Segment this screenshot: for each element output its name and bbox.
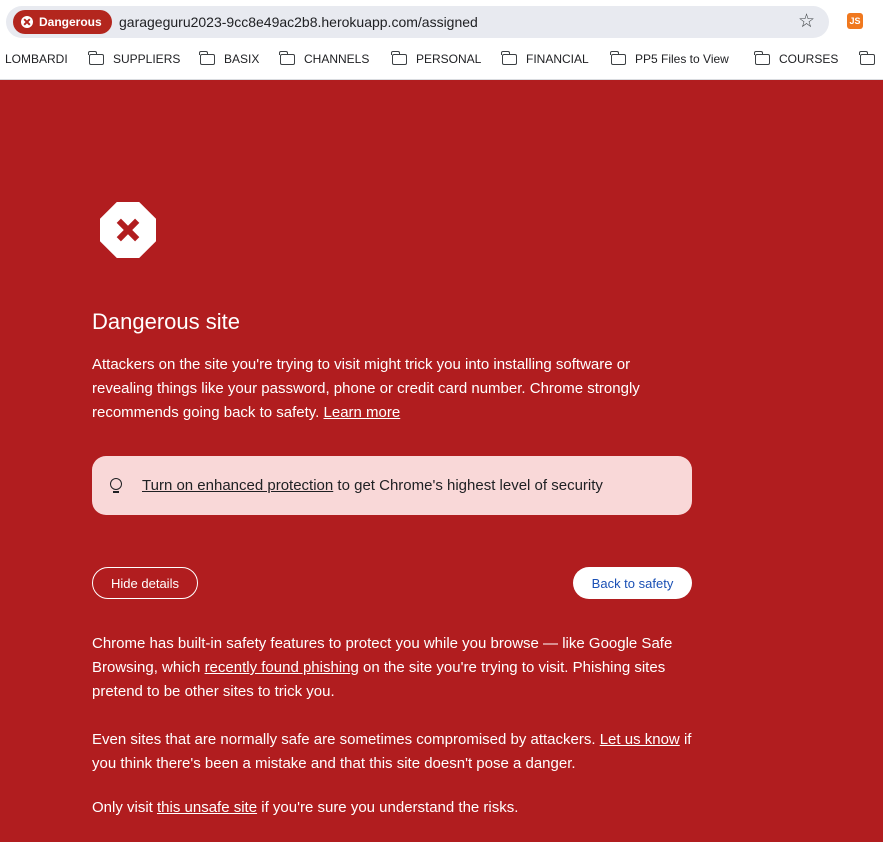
bookmark-folder-pp5-files[interactable]: PP5 Files to View xyxy=(610,44,729,74)
back-to-safety-button[interactable]: Back to safety xyxy=(573,567,692,599)
hide-details-button[interactable]: Hide details xyxy=(92,567,198,599)
folder-icon xyxy=(88,50,104,65)
enhanced-protection-tip: Turn on enhanced protection to get Chrom… xyxy=(92,456,692,515)
bookmark-folder-personal[interactable]: PERSONAL xyxy=(391,44,482,74)
bookmark-label: COURSES xyxy=(779,52,839,66)
tip-text: to get Chrome's highest level of securit… xyxy=(337,477,603,494)
address-bar[interactable]: Dangerous garageguru2023-9cc8e49ac2b8.he… xyxy=(6,6,829,38)
tip-text-wrapper: Turn on enhanced protection to get Chrom… xyxy=(142,477,603,494)
page-title: Dangerous site xyxy=(92,309,240,334)
browser-top-bar: Dangerous garageguru2023-9cc8e49ac2b8.he… xyxy=(0,0,883,44)
details-paragraph-1: Chrome has built-in safety features to p… xyxy=(92,632,692,704)
folder-icon xyxy=(610,50,626,65)
enhanced-protection-link[interactable]: Turn on enhanced protection xyxy=(142,477,333,494)
security-chip[interactable]: Dangerous xyxy=(13,10,112,34)
folder-icon xyxy=(754,50,770,65)
bookmark-label: CHANNELS xyxy=(304,52,370,66)
let-us-know-link[interactable]: Let us know xyxy=(600,731,680,748)
folder-icon xyxy=(501,50,517,65)
bookmarks-bar: LOMBARDI SUPPLIERS BASIX CHANNELS PERSON… xyxy=(0,44,883,80)
extension-js-icon[interactable]: JS xyxy=(847,13,863,29)
bookmark-folder-courses[interactable]: COURSES xyxy=(754,44,839,74)
bookmark-label: PERSONAL xyxy=(416,52,482,66)
stop-sign-icon xyxy=(100,202,156,258)
danger-x-icon xyxy=(21,16,33,28)
bookmark-label: PP5 Files to View xyxy=(635,52,729,66)
details-3-text-a: Only visit xyxy=(92,799,153,816)
security-chip-label: Dangerous xyxy=(39,15,102,29)
bookmark-label: LOMBARDI xyxy=(5,52,68,66)
bookmark-folder-financial[interactable]: FINANCIAL xyxy=(501,44,589,74)
unsafe-site-link[interactable]: this unsafe site xyxy=(157,799,257,816)
folder-icon xyxy=(199,50,215,65)
details-paragraph-2: Even sites that are normally safe are so… xyxy=(92,728,692,776)
bookmark-folder-channels[interactable]: CHANNELS xyxy=(279,44,370,74)
folder-icon xyxy=(391,50,407,65)
details-2-text-a: Even sites that are normally safe are so… xyxy=(92,731,596,748)
bookmark-folder-overflow[interactable] xyxy=(859,44,883,74)
details-3-text-b: if you're sure you understand the risks. xyxy=(261,799,519,816)
learn-more-link[interactable]: Learn more xyxy=(324,404,401,421)
bookmark-lombardi[interactable]: LOMBARDI xyxy=(5,44,68,74)
bookmark-label: SUPPLIERS xyxy=(113,52,181,66)
folder-icon xyxy=(859,50,875,65)
folder-icon xyxy=(279,50,295,65)
bookmark-folder-basix[interactable]: BASIX xyxy=(199,44,260,74)
bookmark-label: BASIX xyxy=(224,52,260,66)
intro-paragraph: Attackers on the site you're trying to v… xyxy=(92,353,692,425)
details-paragraph-3: Only visit this unsafe site if you're su… xyxy=(92,796,692,820)
lightbulb-icon xyxy=(110,477,122,494)
star-icon[interactable]: ☆ xyxy=(798,11,815,33)
bookmark-folder-suppliers[interactable]: SUPPLIERS xyxy=(88,44,181,74)
bookmark-label: FINANCIAL xyxy=(526,52,589,66)
recently-found-phishing-link[interactable]: recently found phishing xyxy=(205,659,359,676)
url-text[interactable]: garageguru2023-9cc8e49ac2b8.herokuapp.co… xyxy=(119,6,478,38)
